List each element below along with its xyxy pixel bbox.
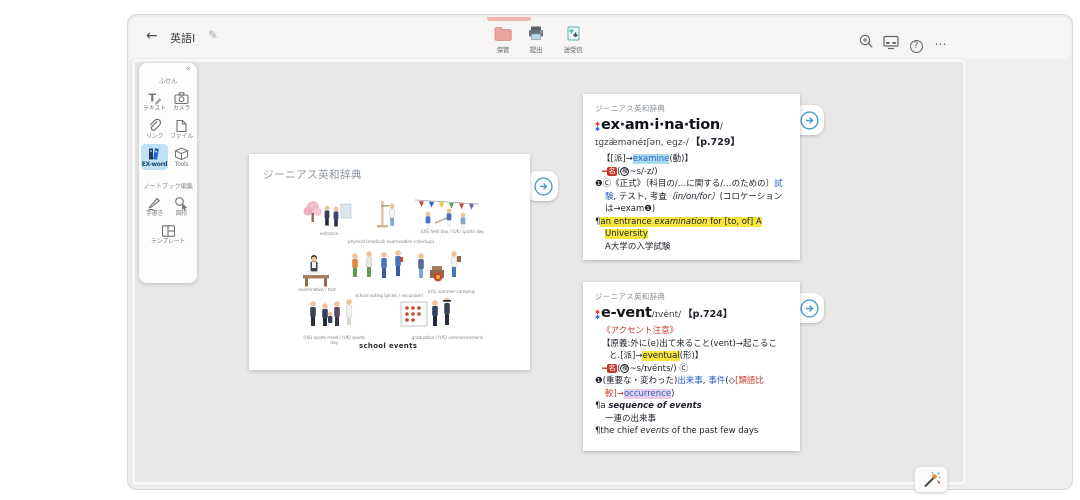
noun-badge: 名 [607, 364, 617, 373]
example-2: ¶the chief events of the past few days [595, 425, 788, 438]
help-icon[interactable]: ? [906, 33, 926, 51]
tool-shapes[interactable]: 図形 [168, 193, 195, 219]
example-1-translation: 一連の出来事 [595, 413, 788, 426]
caption-exam: examination / test [297, 288, 337, 293]
dictionary-card-event[interactable]: ジーニアス英和辞典 ✱✱e-vent/ɪvént/【p.724】 《アクセント注… [583, 282, 800, 451]
submit-action-button[interactable]: 提出 [517, 24, 555, 54]
edit-title-icon[interactable]: ✎ [208, 28, 218, 42]
action-label: 送受信 [554, 44, 592, 54]
importance-marker-icon: ✱✱ [595, 310, 600, 320]
page-reference: 【p.724】 [683, 309, 732, 320]
top-accent-bar [487, 17, 531, 21]
example-1: ¶a sequence of events [595, 400, 788, 413]
school-events-illustration: entrance physical (medical) examination … [297, 196, 489, 358]
picture-dictionary-card[interactable]: ジーニアス英和辞典 [249, 154, 530, 370]
svg-text:T: T [149, 92, 157, 105]
tool-link[interactable]: リンク [141, 116, 168, 142]
display-icon[interactable] [881, 33, 901, 51]
derived-word: examine [633, 154, 670, 164]
tool-palette: « ふせん T テキスト カメラ リンク ファイル EX-word [139, 63, 197, 283]
caption-graduation: graduation / (US) commencement [411, 336, 483, 341]
dictionary-card-examination[interactable]: ジーニアス英和辞典 ✱✱ex·am·i·na·tion/ɪgzæ̀mənéɪʃə… [583, 94, 800, 260]
palette-section-fusen: ふせん [139, 75, 197, 85]
sense-1: ❶(重要な・変わった)出来事, 事件(◇[類語比較]→occurrence) [595, 375, 788, 400]
dictionary-source: ジーニアス英和辞典 [595, 291, 788, 302]
tool-label: カメラ [168, 106, 195, 113]
derivation-line: 【[派]→examine(動)】 [595, 153, 788, 166]
part-of-speech-line: ━名(複~s/-z/) [595, 166, 788, 179]
caption-physical: physical (medical) examination (checkup) [331, 240, 451, 245]
example-1-translation: A大学の入学試験 [595, 241, 788, 254]
tool-file[interactable]: ファイル [168, 116, 195, 142]
illustration-figures [297, 196, 489, 358]
printer-icon [517, 24, 555, 43]
caption-field-day: (US) field day / (UK) sports day [417, 230, 487, 235]
tool-label: 図形 [168, 211, 195, 218]
dictionary-source: ジーニアス英和辞典 [595, 103, 788, 114]
caption-camp: (US) summer camping [419, 290, 483, 295]
expand-arrow-picture[interactable] [526, 171, 558, 201]
accent-warning: 《アクセント注意》 [595, 325, 788, 338]
header-bar: ← 英語Ⅰ ✎ 保管 提出 送受信 ? [130, 17, 1070, 59]
importance-marker-icon: ✱✱ [595, 122, 600, 132]
phonetic: /ɪvént/ [652, 310, 682, 320]
tool-label: EX-word [141, 162, 168, 169]
headword: ex·am·i·na·tion [601, 117, 720, 133]
noun-badge: 名 [607, 167, 617, 176]
caption-entrance: entrance [305, 232, 353, 237]
collapse-palette-icon[interactable]: « [185, 64, 191, 74]
back-button[interactable]: ← [146, 28, 158, 44]
send-receive-icon [554, 24, 592, 43]
send-receive-action-button[interactable]: 送受信 [554, 24, 592, 54]
tool-camera[interactable]: カメラ [168, 88, 195, 114]
tool-label: リンク [141, 134, 168, 141]
part-of-speech-line: ━名(複~s/ɪvénts/) Ⓒ [595, 363, 788, 376]
headword-line: ✱✱ex·am·i·na·tion/ɪgzæ̀mənéɪʃən, egz-/【p… [595, 118, 788, 151]
headword: e-vent [601, 305, 652, 321]
etymology-line: 【原義:外に(e)出て来ること(vent)→起こること.[派]→eventual… [595, 338, 788, 363]
example-1: ¶an entrance examination for [to, of] A … [595, 216, 788, 241]
tool-tools[interactable]: Tools [168, 144, 195, 170]
wand-icon [921, 471, 941, 489]
page-reference: 【p.729】 [691, 137, 740, 148]
tool-label: ファイル [168, 134, 195, 141]
palette-section-notebook: ノートブック編集 [139, 180, 197, 190]
tool-label: Tools [168, 162, 195, 169]
caption-sports-meet: (US) sports meet / (UK) sports day [301, 336, 367, 347]
tool-label: 手書き [141, 211, 168, 218]
note-title: 英語Ⅰ [170, 30, 195, 46]
zoom-icon[interactable] [856, 33, 876, 51]
school-events-caption: school events [359, 342, 417, 350]
sense-1: ❶Ⓒ《正式》〔科目の/…に関する/…のための〕試験, テスト, 考査〔in/on… [595, 178, 788, 216]
laser-pointer-button[interactable] [914, 466, 948, 493]
tool-label: テキスト [141, 106, 168, 113]
tool-handwriting[interactable]: 手書き [141, 193, 168, 219]
more-icon[interactable]: ⋯ [931, 33, 951, 51]
derived-word: eventual [642, 351, 679, 361]
tool-template[interactable]: テンプレート [148, 221, 188, 247]
tool-exword[interactable]: EX-word [141, 144, 168, 170]
action-label: 提出 [517, 44, 555, 54]
dictionary-source: ジーニアス英和辞典 [263, 167, 362, 182]
tool-text[interactable]: T テキスト [141, 88, 168, 114]
tool-label: テンプレート [148, 239, 188, 246]
headword-line: ✱✱e-vent/ɪvént/【p.724】 [595, 306, 788, 323]
app-window: ← 英語Ⅰ ✎ 保管 提出 送受信 ? [127, 14, 1073, 490]
